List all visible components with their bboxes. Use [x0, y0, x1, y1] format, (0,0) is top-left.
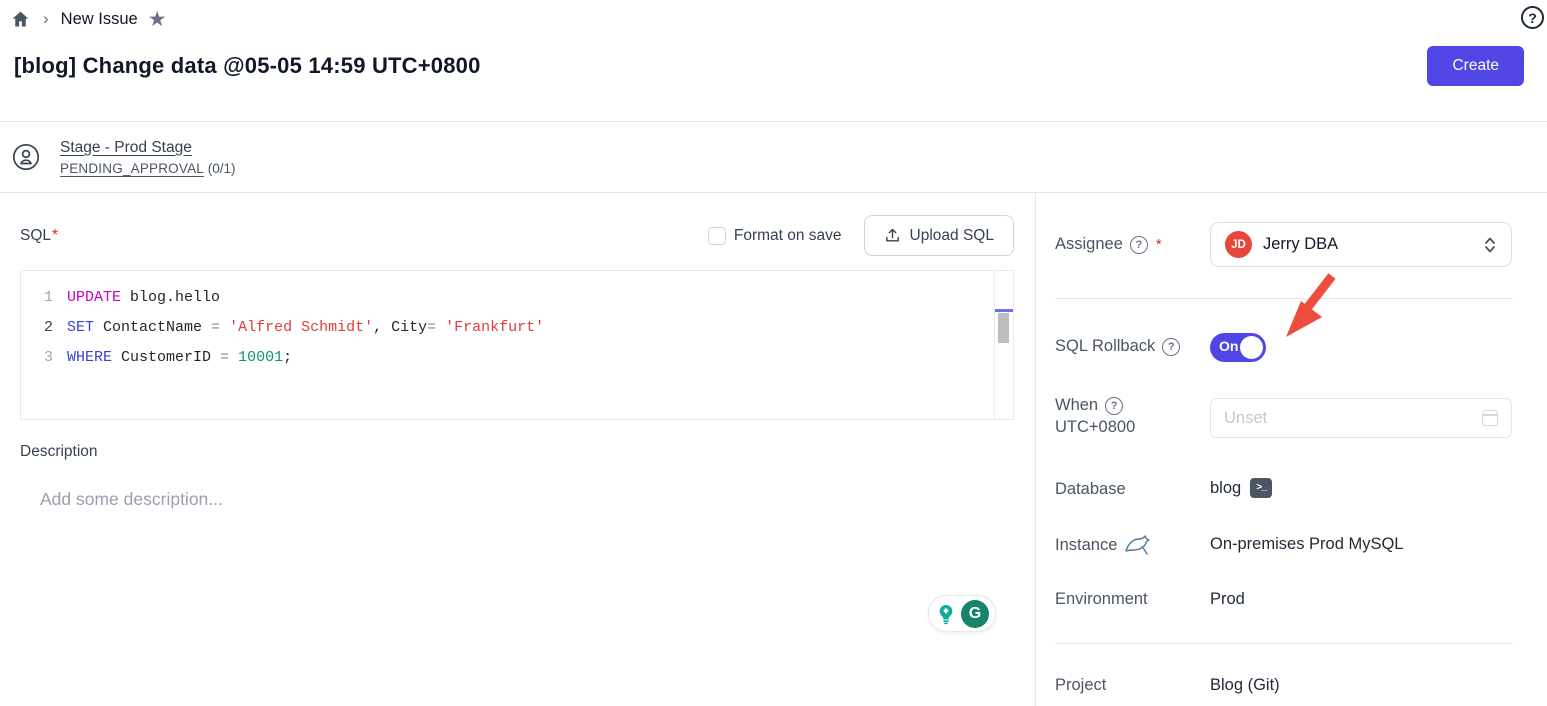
grammarly-widget[interactable]: G [928, 595, 996, 632]
code-line[interactable]: SET ContactName = 'Alfred Schmidt', City… [67, 313, 994, 343]
suggestion-bulb-icon[interactable] [935, 603, 957, 625]
when-datepicker[interactable]: Unset [1210, 398, 1512, 438]
breadcrumb-page-label[interactable]: New Issue [61, 10, 138, 29]
issue-sidebar: Assignee ? * JD Jerry DBA SQL Rollback ?… [1036, 193, 1547, 706]
when-placeholder: Unset [1224, 409, 1267, 428]
divider [1055, 643, 1513, 644]
format-on-save-checkbox[interactable] [708, 227, 726, 245]
help-icon[interactable]: ? [1521, 6, 1544, 29]
stage-progress: (0/1) [208, 161, 236, 176]
assignee-value: Jerry DBA [1263, 235, 1338, 254]
description-label: Description [20, 443, 98, 461]
environment-label: Environment [1055, 590, 1148, 609]
assignee-person-icon [12, 143, 40, 171]
stage-status-link[interactable]: PENDING_APPROVAL [60, 161, 204, 176]
environment-value: Prod [1210, 590, 1245, 609]
calendar-icon [1482, 410, 1498, 426]
editor-code[interactable]: UPDATE blog.helloSET ContactName = 'Alfr… [67, 283, 994, 419]
stage-bar: Stage - Prod Stage PENDING_APPROVAL (0/1… [0, 122, 1547, 192]
editor-scrollbar-thumb[interactable] [998, 313, 1009, 343]
required-asterisk: * [1156, 236, 1162, 253]
project-value: Blog (Git) [1210, 676, 1280, 695]
code-line[interactable]: UPDATE blog.hello [67, 283, 994, 313]
home-icon[interactable] [10, 9, 31, 30]
line-number: 1 [21, 283, 53, 313]
select-caret-icon [1483, 236, 1497, 254]
sql-rollback-label: SQL Rollback ? [1055, 337, 1180, 356]
description-textarea[interactable]: Add some description... [40, 489, 223, 510]
instance-value: On-premises Prod MySQL [1210, 535, 1403, 554]
format-on-save-option[interactable]: Format on save [708, 227, 842, 245]
divider [1055, 298, 1513, 299]
create-button[interactable]: Create [1427, 46, 1524, 86]
chevron-right-icon: › [43, 9, 49, 29]
sql-console-icon[interactable]: >_ [1250, 478, 1272, 498]
project-label: Project [1055, 676, 1106, 695]
toggle-knob [1240, 336, 1263, 359]
toggle-state-label: On [1219, 338, 1238, 354]
mysql-dolphin-icon [1124, 535, 1150, 555]
assignee-help-icon[interactable]: ? [1130, 236, 1148, 254]
sql-rollback-toggle[interactable]: On [1210, 333, 1266, 362]
sql-editor[interactable]: 123 UPDATE blog.helloSET ContactName = '… [20, 270, 1014, 420]
editor-decoration-marker [995, 309, 1013, 312]
when-timezone: UTC+0800 [1055, 418, 1135, 437]
star-icon[interactable]: ★ [148, 9, 167, 30]
when-label: When ? [1055, 396, 1135, 415]
required-asterisk: * [52, 227, 58, 244]
code-line[interactable]: WHERE CustomerID = 10001; [67, 343, 994, 373]
upload-sql-button[interactable]: Upload SQL [864, 215, 1014, 256]
format-on-save-label: Format on save [734, 227, 842, 245]
page-title: [blog] Change data @05-05 14:59 UTC+0800 [14, 53, 481, 79]
editor-line-numbers: 123 [21, 283, 67, 419]
stage-link[interactable]: Stage - Prod Stage [60, 139, 236, 157]
database-value: blog [1210, 479, 1241, 498]
sql-label: SQL* [20, 227, 58, 245]
annotation-arrow [1272, 273, 1344, 345]
sql-rollback-help-icon[interactable]: ? [1162, 338, 1180, 356]
grammarly-icon[interactable]: G [961, 600, 989, 628]
when-help-icon[interactable]: ? [1105, 397, 1123, 415]
editor-scrollbar[interactable] [994, 271, 1013, 419]
line-number: 3 [21, 343, 53, 373]
assignee-select[interactable]: JD Jerry DBA [1210, 222, 1512, 267]
breadcrumb: › New Issue ★ [10, 4, 167, 34]
instance-label: Instance [1055, 535, 1150, 555]
assignee-label: Assignee ? * [1055, 235, 1162, 254]
upload-icon [884, 227, 901, 244]
database-label: Database [1055, 480, 1126, 499]
line-number: 2 [21, 313, 53, 343]
assignee-avatar: JD [1225, 231, 1252, 258]
main-content: SQL* Format on save Upload SQL 123 UPDAT… [0, 193, 1035, 706]
